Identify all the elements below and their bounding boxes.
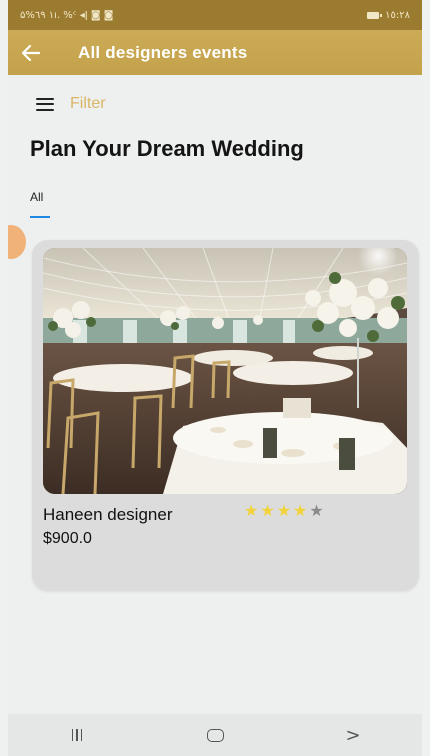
designer-name: Haneen designer [43,505,173,524]
app-bar: All designers events [8,30,422,75]
menu-icon [36,97,54,111]
event-card[interactable]: Haneen designer $900.0 ★ ★ ★ ★ ★ [32,240,419,591]
filter-button[interactable]: Filter [36,95,106,113]
star-empty-icon: ★ [309,503,324,520]
star-filled-icon: ★ [244,503,259,520]
battery-icon [367,11,383,19]
status-time: ١٥:٢٨ [385,9,410,21]
home-icon [206,728,224,742]
status-icons: ۵%٦٩ ۱ı. %ᶜ ◂ǀ ◙ ◙ [20,9,114,21]
system-nav-bar: > [8,714,422,756]
star-filled-icon: ★ [260,503,275,520]
scroll-edge-indicator [8,225,26,259]
rating-stars: ★ ★ ★ ★ ★ [244,502,324,522]
back-button[interactable]: > [323,714,383,756]
tab-label: All [30,190,44,204]
event-price: $900.0 [43,530,92,547]
chevron-right-icon: > [345,724,361,746]
star-filled-icon: ★ [293,503,308,520]
tab-all[interactable]: All [30,190,52,218]
home-button[interactable] [185,714,245,756]
recent-apps-icon [71,729,83,741]
page-title: Plan Your Dream Wedding [30,136,304,161]
status-bar: ۵%٦٩ ۱ı. %ᶜ ◂ǀ ◙ ◙ ١٥:٢٨ [8,0,422,30]
recent-apps-button[interactable] [47,714,107,756]
filter-label: Filter [70,95,106,112]
phone-screen: ۵%٦٩ ۱ı. %ᶜ ◂ǀ ◙ ◙ ١٥:٢٨ All designers e… [8,0,422,756]
star-filled-icon: ★ [276,503,292,520]
arrow-left-icon[interactable] [8,30,54,75]
tab-indicator [30,216,50,218]
app-bar-title: All designers events [78,42,248,62]
event-image [43,248,407,494]
